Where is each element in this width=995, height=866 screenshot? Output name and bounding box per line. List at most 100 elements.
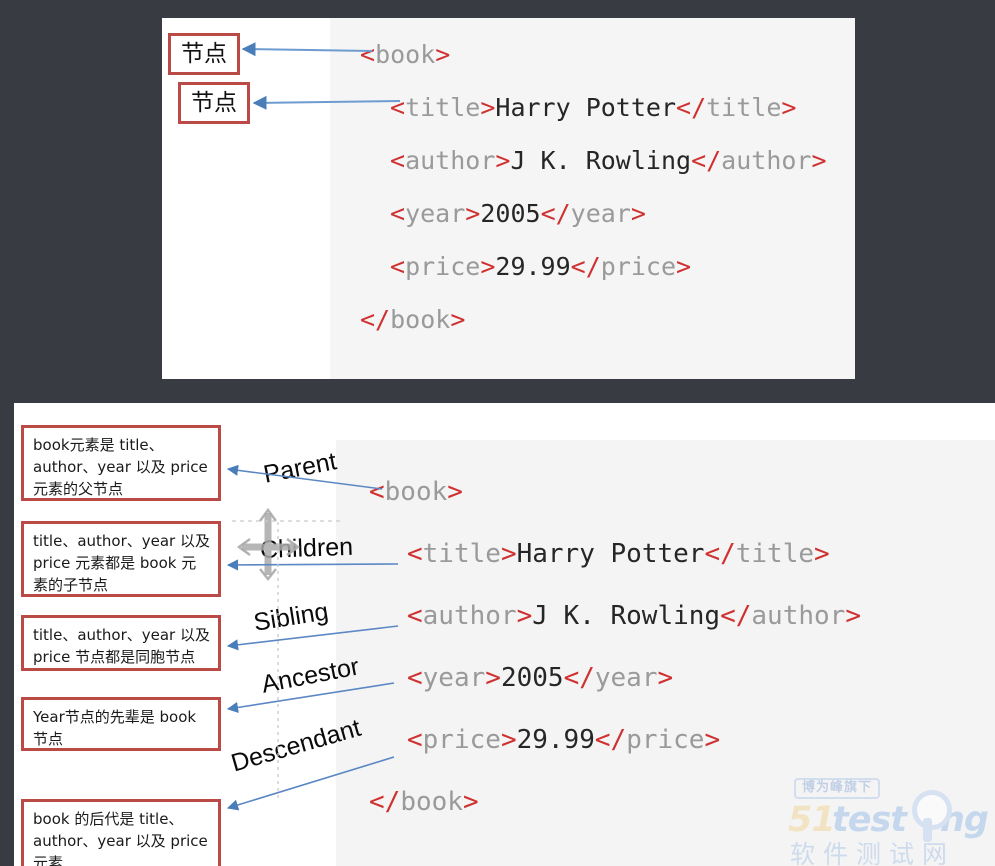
code-token: >	[480, 93, 496, 122]
code-token: title	[405, 93, 481, 122]
code-line-price: <price>29.99</price>	[407, 725, 720, 755]
code-token: <	[407, 539, 423, 569]
code-token: book	[384, 477, 448, 507]
code-token: >	[465, 199, 481, 228]
code-token: </	[720, 601, 752, 631]
code-token: 2005	[480, 199, 541, 228]
code-token: </	[704, 539, 736, 569]
note-box-descendant[interactable]: book 的后代是 title、author、year 以及 price 元素	[21, 799, 221, 866]
code-line-year: <year>2005</year>	[390, 199, 646, 228]
watermark-subtitle: 软件测试网	[790, 840, 956, 866]
code-token: J K. Rowling	[510, 146, 692, 175]
code-line-book-close: </book>	[360, 305, 465, 334]
code-token: <	[360, 40, 376, 69]
callout-box-node-1[interactable]: 节点	[168, 33, 240, 75]
code-token: 29.99	[495, 252, 571, 281]
code-token: >	[845, 601, 861, 631]
note-box-sibling-text: title、author、year 以及 price 节点都是同胞节点	[33, 626, 210, 666]
code-token: price	[405, 252, 481, 281]
watermark-51testing: 博为峰旗下 51 test ng 软件测试网	[786, 778, 989, 866]
code-token: >	[676, 252, 692, 281]
code-token: author	[405, 146, 496, 175]
code-token: >	[657, 663, 674, 693]
code-token: author	[422, 601, 517, 631]
note-box-ancestor[interactable]: Year节点的先辈是 book 节点	[21, 697, 221, 751]
code-token: Harry Potter	[495, 93, 677, 122]
code-token: </	[691, 146, 722, 175]
code-token: >	[480, 252, 496, 281]
code-token: <	[390, 199, 406, 228]
watermark-brand-word: test	[832, 800, 907, 840]
code-token: price	[600, 252, 677, 281]
code-token: 29.99	[516, 725, 595, 755]
code-token: >	[500, 725, 517, 755]
note-box-parent[interactable]: book元素是 title、author、year 以及 price 元素的父节…	[21, 425, 221, 501]
code-token: >	[516, 601, 533, 631]
code-token: <	[407, 725, 423, 755]
code-token: </	[540, 199, 571, 228]
code-token: <	[407, 663, 423, 693]
relation-label-children: Children	[259, 532, 354, 564]
note-box-children-text: title、author、year 以及 price 元素都是 book 元素的…	[33, 532, 210, 594]
code-line-book-close: </book>	[369, 787, 479, 817]
magnifier-icon	[912, 790, 952, 830]
code-token: </	[369, 787, 401, 817]
code-token: >	[462, 787, 479, 817]
code-line-author: <author>J K. Rowling</author>	[407, 601, 861, 631]
code-line-title: <title>Harry Potter</title>	[390, 93, 796, 122]
note-box-children[interactable]: title、author、year 以及 price 元素都是 book 元素的…	[21, 521, 221, 597]
code-token: </	[676, 93, 707, 122]
code-token: author	[721, 146, 812, 175]
code-token: 2005	[500, 663, 564, 693]
code-token: book	[400, 787, 463, 817]
code-token: </	[570, 252, 601, 281]
code-token: >	[435, 40, 451, 69]
note-box-parent-text: book元素是 title、author、year 以及 price 元素的父节…	[33, 436, 208, 498]
code-token: >	[450, 305, 466, 334]
code-token: <	[390, 146, 406, 175]
code-token: title	[706, 93, 782, 122]
note-box-sibling[interactable]: title、author、year 以及 price 节点都是同胞节点	[21, 615, 221, 671]
code-token: J K. Rowling	[532, 601, 721, 631]
code-token: price	[422, 725, 501, 755]
note-box-descendant-text: book 的后代是 title、author、year 以及 price 元素	[33, 810, 208, 866]
code-line-title: <title>Harry Potter</title>	[407, 539, 830, 569]
code-token: >	[485, 663, 501, 693]
code-token: year	[422, 663, 486, 693]
code-line-year: <year>2005</year>	[407, 663, 673, 693]
code-token: </	[360, 305, 391, 334]
code-line-author: <author>J K. Rowling</author>	[390, 146, 827, 175]
callout-box-node-1-label: 节点	[181, 41, 227, 67]
code-token: book	[390, 305, 451, 334]
relation-label-parent: Parent	[261, 447, 339, 489]
code-token: <	[390, 93, 406, 122]
callout-box-node-2[interactable]: 节点	[178, 82, 250, 124]
code-token: title	[735, 539, 815, 569]
code-token: title	[422, 539, 501, 569]
code-token: price	[626, 725, 705, 755]
code-token: <	[407, 601, 423, 631]
code-token: >	[781, 93, 797, 122]
code-token: book	[375, 40, 436, 69]
code-token: Harry Potter	[516, 539, 705, 569]
code-token: year	[594, 663, 658, 693]
code-token: >	[704, 725, 721, 755]
code-token: >	[814, 539, 830, 569]
code-token: >	[811, 146, 827, 175]
code-token: >	[500, 539, 517, 569]
watermark-badge: 博为峰旗下	[794, 778, 881, 800]
code-token: >	[495, 146, 511, 175]
screenshot-root: <book> <title>Harry Potter</title> <author…	[0, 0, 995, 866]
watermark-brand-number: 51	[788, 800, 836, 840]
code-line-book-open: <book>	[360, 40, 450, 69]
code-token: year	[570, 199, 631, 228]
code-token: <	[390, 252, 406, 281]
code-line-price: <price>29.99</price>	[390, 252, 691, 281]
code-line-book-open: <book>	[369, 477, 463, 507]
code-token: author	[751, 601, 846, 631]
note-box-ancestor-text: Year节点的先辈是 book 节点	[33, 708, 197, 748]
code-token: </	[563, 663, 595, 693]
relation-label-sibling: Sibling	[251, 597, 331, 637]
code-token: </	[594, 725, 627, 755]
callout-box-node-2-label: 节点	[191, 90, 237, 116]
